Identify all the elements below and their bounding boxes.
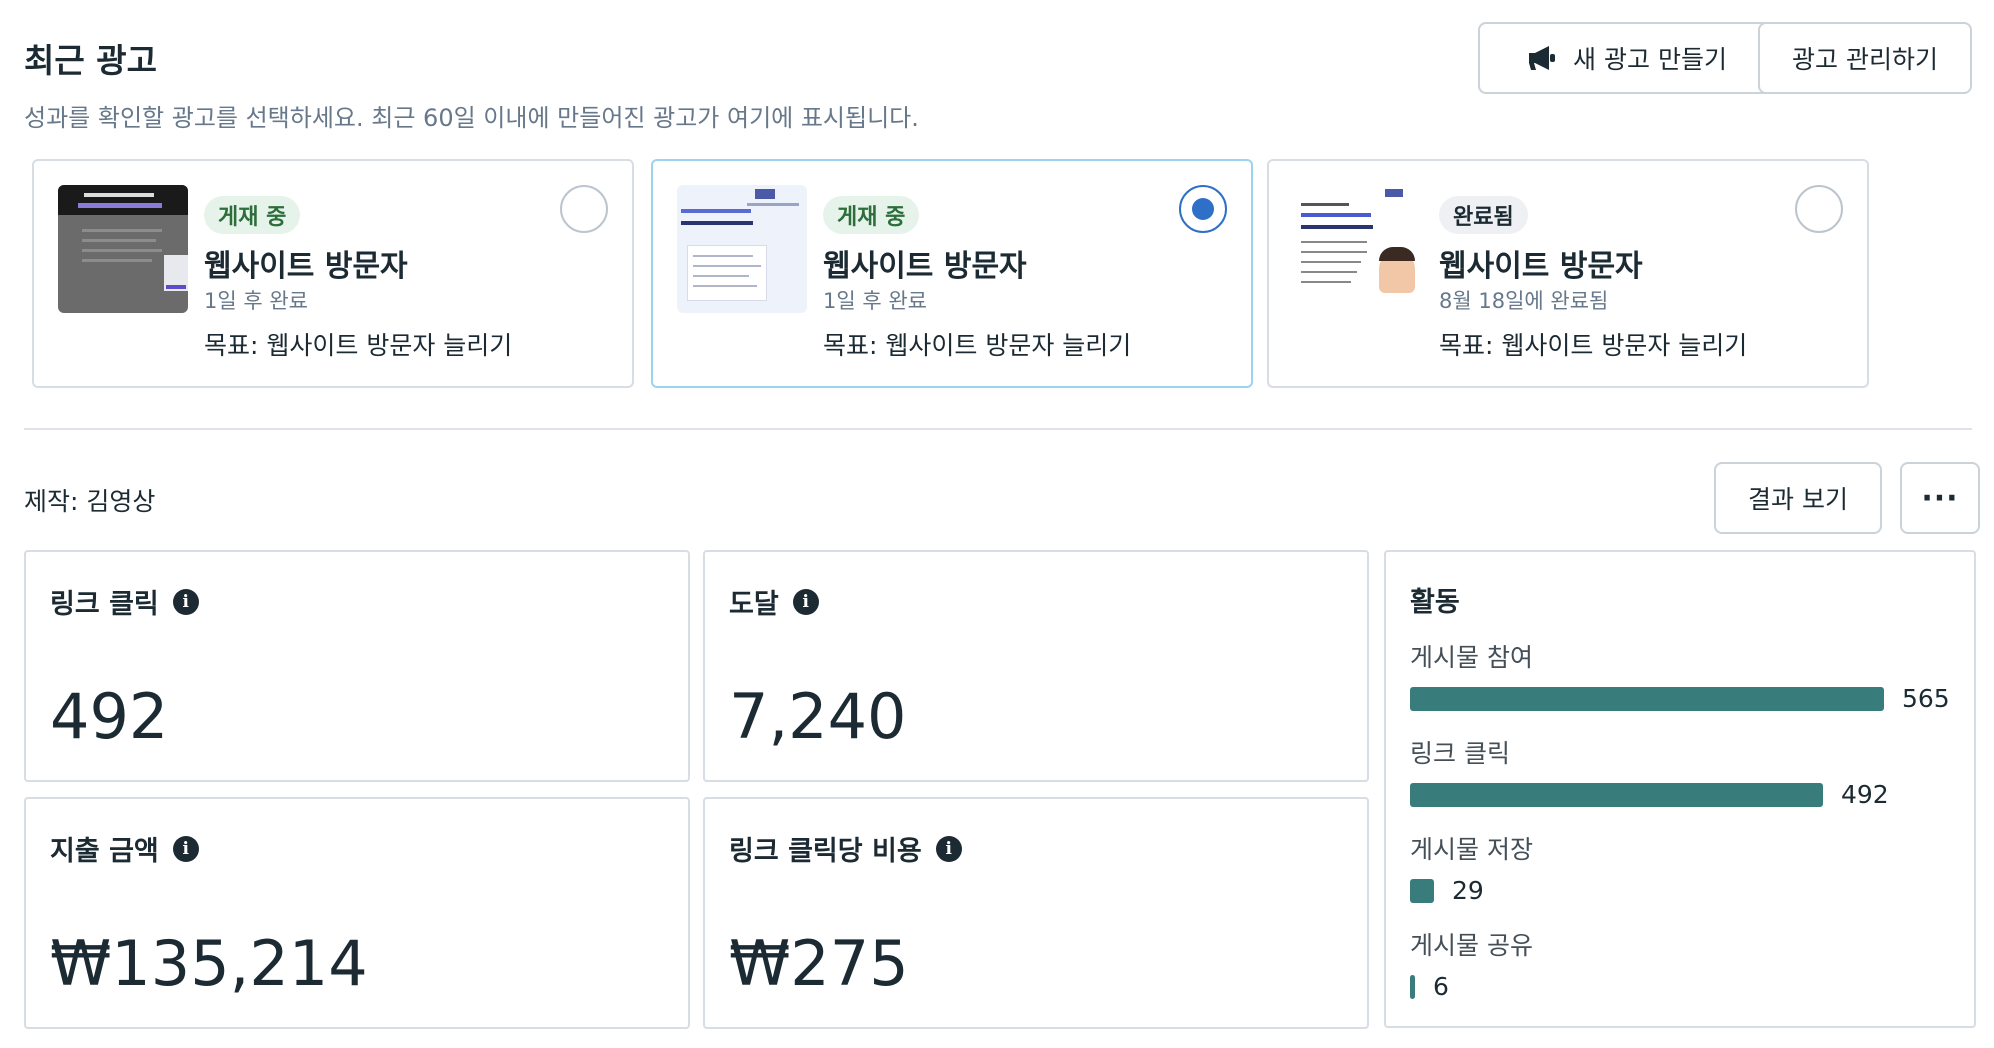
- status-badge: 게재 중: [204, 196, 301, 234]
- activity-row: 게시물 참여 565: [1410, 638, 1960, 713]
- info-icon[interactable]: i: [935, 835, 962, 862]
- create-ad-button[interactable]: 새 광고 만들기: [1478, 22, 1776, 94]
- ad-end-date: 1일 후 완료: [204, 289, 308, 313]
- activity-label: 링크 클릭: [1410, 739, 1510, 768]
- ad-select-radio[interactable]: [1795, 185, 1843, 233]
- activity-bar: [1410, 878, 1434, 903]
- metric-card-spend: 지출 금액 i ₩135,214: [24, 797, 690, 1029]
- ad-title: 웹사이트 방문자: [1439, 249, 1643, 284]
- manage-ads-button[interactable]: 광고 관리하기: [1758, 22, 1972, 94]
- info-icon[interactable]: i: [172, 588, 199, 615]
- metric-label: 링크 클릭: [50, 589, 159, 620]
- ad-goal: 목표: 웹사이트 방문자 늘리기: [1439, 331, 1748, 360]
- ad-select-radio[interactable]: [1179, 185, 1227, 233]
- ad-title: 웹사이트 방문자: [204, 249, 408, 284]
- metric-value: ₩275: [729, 927, 909, 1000]
- metric-label: 도달: [729, 589, 779, 620]
- status-badge: 게재 중: [823, 196, 920, 234]
- megaphone-icon: [1529, 46, 1556, 70]
- page-subtitle: 성과를 확인할 광고를 선택하세요. 최근 60일 이내에 만들어진 광고가 여…: [24, 104, 919, 132]
- ad-thumbnail: [58, 185, 188, 313]
- activity-bar: [1410, 686, 1884, 711]
- ad-thumbnail: [1293, 185, 1423, 313]
- metric-value: 492: [50, 680, 169, 753]
- activity-row: 게시물 공유 6: [1410, 926, 1960, 1001]
- activity-row: 게시물 저장 29: [1410, 830, 1960, 905]
- creator-label: 제작: 김영상: [24, 487, 156, 516]
- activity-card: 활동 게시물 참여 565 링크 클릭 492 게시물 저장 29 게시물 공유…: [1384, 550, 1976, 1028]
- divider: [24, 428, 1972, 430]
- activity-bar: [1410, 974, 1415, 999]
- metric-card-cpc: 링크 클릭당 비용 i ₩275: [703, 797, 1369, 1029]
- activity-bar: [1410, 782, 1823, 807]
- metric-card-reach: 도달 i 7,240: [703, 550, 1369, 782]
- info-icon[interactable]: i: [172, 835, 199, 862]
- ad-end-date: 8월 18일에 완료됨: [1439, 289, 1609, 313]
- view-results-label: 결과 보기: [1748, 485, 1848, 514]
- activity-value: 6: [1433, 972, 1449, 1001]
- ad-thumbnail: [677, 185, 807, 313]
- metric-value: ₩135,214: [50, 927, 368, 1000]
- activity-row: 링크 클릭 492: [1410, 734, 1960, 809]
- activity-label: 게시물 공유: [1410, 931, 1533, 960]
- page-title: 최근 광고: [24, 41, 157, 80]
- activity-label: 게시물 저장: [1410, 835, 1533, 864]
- ad-end-date: 1일 후 완료: [823, 289, 927, 313]
- ad-card[interactable]: 게재 중 웹사이트 방문자 1일 후 완료 목표: 웹사이트 방문자 늘리기: [651, 159, 1253, 388]
- create-ad-label: 새 광고 만들기: [1573, 45, 1727, 74]
- metric-card-link-clicks: 링크 클릭 i 492: [24, 550, 690, 782]
- activity-title: 활동: [1410, 587, 1460, 618]
- activity-value: 29: [1452, 876, 1484, 905]
- ad-goal: 목표: 웹사이트 방문자 늘리기: [204, 331, 513, 360]
- section-header: 최근 광고 성과를 확인할 광고를 선택하세요. 최근 60일 이내에 만들어진…: [24, 34, 919, 133]
- view-results-button[interactable]: 결과 보기: [1714, 462, 1882, 534]
- activity-value: 492: [1841, 780, 1889, 809]
- info-icon[interactable]: i: [792, 588, 819, 615]
- ad-card[interactable]: 게재 중 웹사이트 방문자 1일 후 완료 목표: 웹사이트 방문자 늘리기: [32, 159, 634, 388]
- metric-label: 링크 클릭당 비용: [729, 836, 922, 867]
- more-options-button[interactable]: ···: [1900, 462, 1980, 534]
- manage-ads-label: 광고 관리하기: [1792, 45, 1938, 74]
- metric-value: 7,240: [729, 680, 907, 753]
- more-icon: ···: [1921, 480, 1959, 516]
- ad-goal: 목표: 웹사이트 방문자 늘리기: [823, 331, 1132, 360]
- activity-value: 565: [1902, 684, 1950, 713]
- ad-title: 웹사이트 방문자: [823, 249, 1027, 284]
- ad-card[interactable]: 완료됨 웹사이트 방문자 8월 18일에 완료됨 목표: 웹사이트 방문자 늘리…: [1267, 159, 1869, 388]
- status-badge: 완료됨: [1439, 196, 1528, 234]
- metric-label: 지출 금액: [50, 836, 159, 867]
- ad-select-radio[interactable]: [560, 185, 608, 233]
- activity-label: 게시물 참여: [1410, 643, 1533, 672]
